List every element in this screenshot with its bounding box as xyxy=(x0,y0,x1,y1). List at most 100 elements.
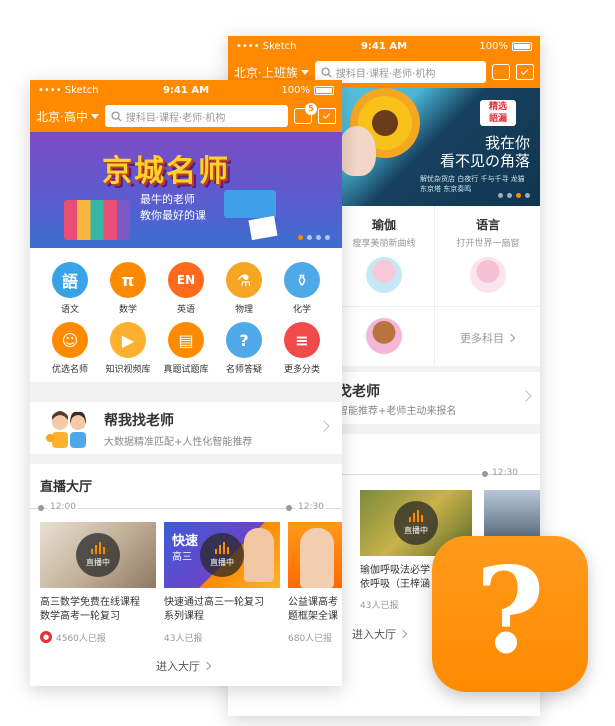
video-library[interactable]: ▶ 知识视频库 xyxy=(98,322,158,375)
subject-label: 名师答疑 xyxy=(225,365,262,375)
subject-grid: 語语文 π 数学 EN 英语 ⚗ 物理 ⚱ 化学 ☺ 优选名师 ▶ 知识视频库 ▤ 真题试题库… xyxy=(30,248,342,382)
subject-label: 英语 xyxy=(176,305,195,315)
top-teachers[interactable]: ☺ 优选名师 xyxy=(40,322,100,375)
status-time: 9:41 AM xyxy=(360,40,408,52)
chevron-right-icon xyxy=(318,420,330,432)
chevron-right-icon xyxy=(202,661,212,671)
english-icon: EN xyxy=(168,262,204,298)
subject-label: 化学 xyxy=(292,305,311,315)
subject-physics[interactable]: ⚗ 物理 xyxy=(214,262,274,315)
app-question-icon: ? xyxy=(432,536,588,692)
subject-chemistry[interactable]: ⚱ 化学 xyxy=(272,262,332,315)
subject-label: 更多分类 xyxy=(283,365,320,375)
calendar-check-icon[interactable] xyxy=(516,64,534,80)
course-title[interactable]: 快速通过高三一轮复习 系列课程 xyxy=(164,596,282,624)
flask-icon: ⚱ xyxy=(284,262,320,298)
live-badge: 直播中 xyxy=(76,533,120,577)
battery-icon xyxy=(314,85,334,95)
banner-headline: 我在你 看不见の角落 xyxy=(439,134,530,170)
subject-label: 优选名师 xyxy=(51,365,88,375)
subject-label: 语文 xyxy=(60,305,79,315)
course-signups: 43人已报 xyxy=(164,634,203,644)
exam-icon: ▤ xyxy=(168,322,204,358)
category-yoga[interactable]: 瑜伽 瘦享美丽新曲线 xyxy=(332,216,436,293)
status-bar: •••• Sketch 9:41 AM 100% xyxy=(30,80,342,100)
exam-bank[interactable]: ▤ 真题试题库 xyxy=(156,322,216,375)
timeline-dot xyxy=(38,505,44,511)
search-placeholder: 搜科目·课程·老师·机构 xyxy=(335,68,436,80)
city-label: 北京·上班族 xyxy=(234,65,298,80)
thumb-subtitle: 高三 xyxy=(172,552,192,563)
course-thumbnail[interactable]: 直播中 xyxy=(40,522,156,588)
top-nav: 北京·高中 搜科目·课程·老师·机构 5 xyxy=(30,100,342,132)
category-subtitle: 瘦享美丽新曲线 xyxy=(352,239,416,249)
course-title[interactable]: 公益课高考 题框架全课 xyxy=(288,596,342,624)
subject-label: 真题试题库 xyxy=(163,365,209,375)
thumb-title: 快速 xyxy=(172,534,199,549)
find-teacher-title: 帮我找老师 xyxy=(104,413,174,429)
subject-label: 物理 xyxy=(234,305,253,315)
teacher-qa[interactable]: ? 名师答疑 xyxy=(214,322,274,375)
live-badge: 直播中 xyxy=(394,501,438,545)
yoga-avatar xyxy=(366,257,402,293)
message-icon[interactable]: 5 xyxy=(294,103,317,124)
front-phone-screen: •••• Sketch 9:41 AM 100% 北京·高中 搜科目·课程·老师… xyxy=(30,80,342,686)
subject-english[interactable]: EN 英语 xyxy=(156,262,216,315)
board-illustration xyxy=(224,190,276,218)
status-time: 9:41 AM xyxy=(162,84,210,96)
category-language[interactable]: 语言 打开世界一扇窗 xyxy=(436,216,540,293)
timeline-time: 12:30 xyxy=(492,468,518,478)
banner-carousel[interactable]: 京城名师 最牛的老师 教你最好的课 xyxy=(30,132,342,248)
timeline-start: 12:00 xyxy=(48,502,78,512)
search-icon xyxy=(321,66,332,78)
girl-illustration xyxy=(338,126,376,176)
message-icon[interactable] xyxy=(492,64,510,80)
more-subjects-link[interactable]: 更多科目 xyxy=(460,330,516,346)
video-icon: ▶ xyxy=(110,322,146,358)
carousel-dots xyxy=(498,193,530,198)
find-teacher-subtitle: 大数据精准匹配+人性化智能推荐 xyxy=(104,437,253,448)
city-selector[interactable]: 北京·高中 xyxy=(36,108,99,125)
live-badge: 直播中 xyxy=(200,533,244,577)
enter-hall-link[interactable]: 进入大厅 xyxy=(156,658,212,674)
find-teacher-card[interactable]: 帮我找老师 大数据精准匹配+人性化智能推荐 xyxy=(30,402,342,454)
pi-icon: π xyxy=(110,262,146,298)
more-categories[interactable]: ≡ 更多分类 xyxy=(272,322,332,375)
guitar-avatar[interactable] xyxy=(366,318,402,354)
city-selector[interactable]: 北京·上班族 xyxy=(234,64,309,81)
enter-hall-label: 进入大厅 xyxy=(156,660,200,673)
more-subjects-label: 更多科目 xyxy=(460,332,504,345)
question-mark-glyph: ? xyxy=(475,541,545,680)
category-title: 语言 xyxy=(475,218,500,232)
paper-illustration xyxy=(248,215,278,241)
calendar-check-icon[interactable] xyxy=(318,108,336,124)
chevron-right-icon xyxy=(520,390,532,402)
banner-subline: 最牛的老师 教你最好的课 xyxy=(140,193,206,222)
course-title[interactable]: 高三数学免费在线课程 数学高考一轮复习 xyxy=(40,596,158,624)
teacher-photo xyxy=(244,528,274,582)
teacher-icon: ☺ xyxy=(52,322,88,358)
banner-seal: 精选 語漏 xyxy=(480,100,516,126)
message-count-badge: 5 xyxy=(305,103,317,115)
enter-hall-link[interactable]: 进入大厅 xyxy=(352,626,408,642)
search-placeholder: 搜科目·课程·老师·机构 xyxy=(125,112,226,124)
course-thumbnail[interactable] xyxy=(288,522,342,588)
category-subtitle: 打开世界一扇窗 xyxy=(456,239,520,249)
section-title: 直播大厅 xyxy=(40,480,93,495)
course-signups: 4560人已报 xyxy=(56,634,106,644)
chevron-right-icon xyxy=(506,333,516,343)
microscope-icon: ⚗ xyxy=(226,262,262,298)
teachers-illustration xyxy=(46,411,86,448)
search-input[interactable]: 搜科目·课程·老师·机构 xyxy=(104,105,288,127)
chevron-right-icon xyxy=(398,629,408,639)
subject-label: 知识视频库 xyxy=(105,365,151,375)
subject-math[interactable]: π 数学 xyxy=(98,262,158,315)
chinese-icon: 語 xyxy=(52,262,88,298)
enter-hall-label: 进入大厅 xyxy=(352,628,396,641)
course-thumbnail[interactable]: 快速 高三 直播中 xyxy=(164,522,280,588)
status-bar: •••• Sketch 9:41 AM 100% xyxy=(228,36,540,56)
course-signups: 680人已报 xyxy=(288,634,333,644)
subject-chinese[interactable]: 語语文 xyxy=(40,262,100,315)
books-illustration xyxy=(64,200,130,240)
language-avatar xyxy=(470,257,506,293)
